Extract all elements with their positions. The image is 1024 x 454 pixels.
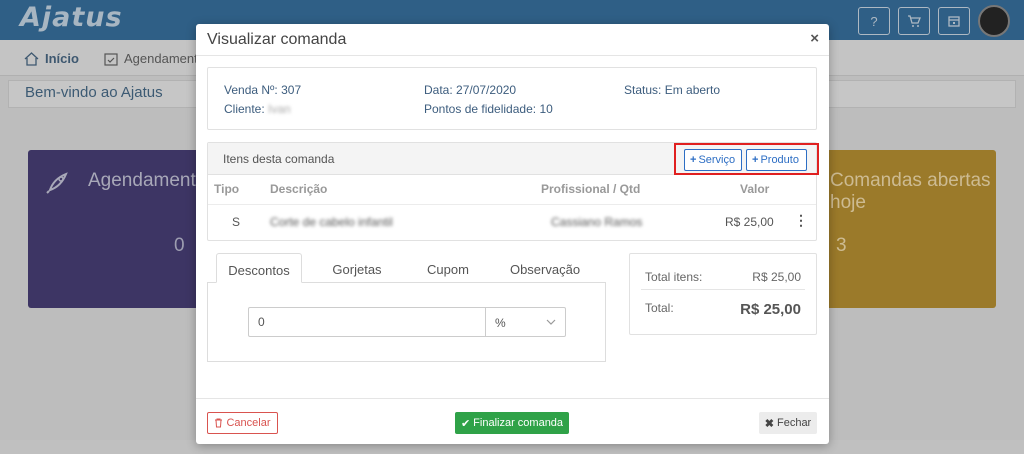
discount-input[interactable] [248, 307, 486, 337]
close-button[interactable]: ✖ Fechar [759, 412, 817, 434]
col-type: Tipo [214, 182, 240, 196]
client-value: Ivan [268, 102, 291, 116]
tab-list: Descontos Gorjetas Cupom Observação [207, 253, 606, 283]
sale-number: Venda Nº: 307 [224, 83, 301, 97]
modal-title: Visualizar comanda [207, 31, 347, 48]
finalize-order-button[interactable]: ✔ Finalizar comanda [455, 412, 569, 434]
tab-discounts[interactable]: Descontos [216, 253, 302, 283]
card-count: 3 [836, 235, 847, 256]
order-info: Venda Nº: 307 Cliente: Ivan Data: 27/07/… [207, 67, 817, 130]
items-columns: Tipo Descrição Profissional / Qtd Valor [208, 175, 816, 205]
total-label: Total: [645, 301, 674, 315]
modal-header: Visualizar comanda × [196, 24, 829, 56]
order-items: Itens desta comanda + Serviço + Produto … [207, 142, 819, 241]
table-row[interactable]: S Corte de cabelo infantil Cassiano Ramo… [208, 205, 816, 239]
items-title: Itens desta comanda [223, 152, 335, 166]
rocket-icon [46, 172, 68, 194]
points-label: Pontos de fidelidade: [424, 102, 537, 116]
finalize-label: Finalizar comanda [473, 417, 564, 429]
highlight-frame: + Serviço + Produto [674, 143, 819, 175]
total-items-value: R$ 25,00 [752, 270, 801, 284]
discount-panel: % [207, 283, 606, 362]
card-open-orders[interactable]: Comandas abertas hoje 3 [816, 150, 996, 308]
app-logo: Ajatus [20, 2, 123, 33]
user-avatar[interactable] [978, 5, 1010, 37]
more-options-icon[interactable]: ⋮ [794, 212, 808, 229]
row-type: S [232, 215, 241, 229]
tab-observation[interactable]: Observação [500, 253, 590, 283]
col-description: Descrição [270, 182, 328, 196]
total-value: R$ 25,00 [740, 301, 801, 318]
total-items-label: Total itens: [645, 270, 703, 284]
row-value: R$ 25,00 [725, 215, 774, 229]
col-professional: Profissional / Qtd [541, 182, 641, 196]
date-value: 27/07/2020 [456, 83, 517, 97]
calendar-check-icon [104, 52, 118, 66]
top-icons: ? [858, 5, 1010, 37]
card-count: 0 [174, 235, 185, 256]
row-professional: Cassiano Ramos [551, 215, 643, 229]
card-schedules[interactable]: Agendamentos 0 [28, 150, 216, 308]
row-description: Corte de cabelo infantil [270, 215, 393, 229]
loyalty-points: Pontos de fidelidade: 10 [424, 102, 553, 116]
order-modal: Visualizar comanda × Venda Nº: 307 Clien… [196, 24, 829, 444]
items-header: Itens desta comanda + Serviço + Produto [208, 143, 819, 175]
sale-label: Venda Nº: [224, 83, 278, 97]
close-icon[interactable]: × [810, 30, 819, 47]
plus-icon: + [752, 154, 759, 166]
add-service-button[interactable]: + Serviço [684, 149, 742, 171]
plus-icon: + [690, 154, 697, 166]
date: Data: 27/07/2020 [424, 83, 516, 97]
check-icon: ✔ [460, 417, 471, 430]
chevron-down-icon [546, 319, 556, 325]
cancel-label: Cancelar [226, 417, 271, 429]
tab-tips[interactable]: Gorjetas [315, 253, 399, 283]
home-icon [24, 51, 39, 66]
tab-coupon[interactable]: Cupom [413, 253, 483, 283]
tabs-area: Descontos Gorjetas Cupom Observação % [207, 253, 606, 363]
totals-divider [641, 289, 805, 290]
totals-panel: Total itens: R$ 25,00 Total: R$ 25,00 [629, 253, 817, 335]
discount-unit-select[interactable]: % [485, 307, 566, 337]
close-x-icon: ✖ [764, 417, 774, 430]
nav-item-home[interactable]: Início [24, 51, 79, 66]
discount-unit-value: % [495, 316, 506, 330]
trash-icon [215, 418, 223, 428]
status-label: Status: [624, 83, 662, 97]
calendar-icon[interactable] [938, 7, 970, 35]
close-label: Fechar [776, 417, 812, 429]
add-service-label: Serviço [698, 154, 736, 166]
cart-icon[interactable] [898, 7, 930, 35]
sale-value: 307 [281, 83, 302, 97]
add-product-button[interactable]: + Produto [746, 149, 807, 171]
col-value: Valor [740, 182, 770, 196]
date-label: Data: [424, 83, 453, 97]
cancel-button[interactable]: Cancelar [207, 412, 278, 434]
status-value: Em aberto [664, 83, 721, 97]
points-value: 10 [539, 102, 553, 116]
add-product-label: Produto [760, 154, 799, 166]
question-icon[interactable]: ? [858, 7, 890, 35]
modal-footer: Cancelar ✔ Finalizar comanda ✖ Fechar [196, 398, 829, 444]
card-title: Comandas abertas hoje [830, 170, 991, 213]
status: Status: Em aberto [624, 83, 720, 97]
nav-home-label: Início [45, 51, 79, 66]
client-label: Cliente: [224, 102, 265, 116]
client: Cliente: Ivan [224, 102, 291, 116]
